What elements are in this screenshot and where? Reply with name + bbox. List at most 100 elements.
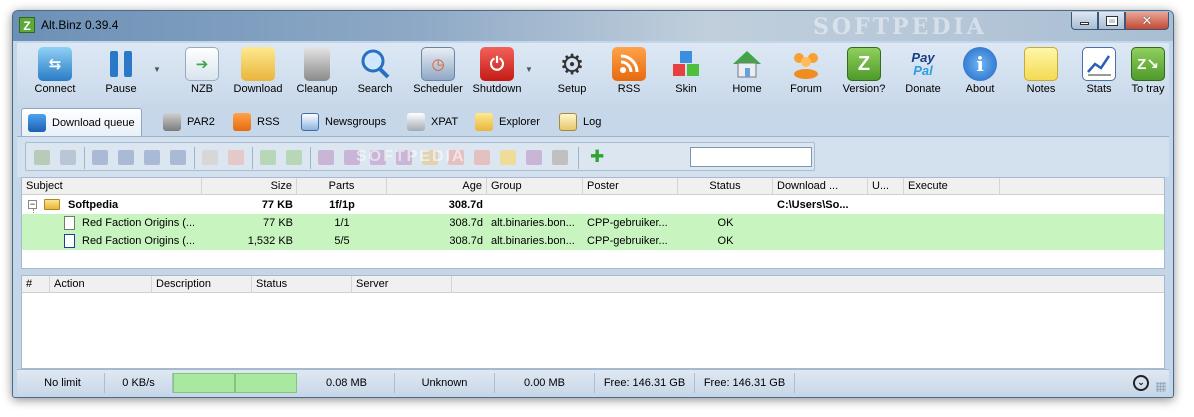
trash-icon xyxy=(304,47,330,81)
move-bottom-icon[interactable] xyxy=(170,150,186,165)
search-button[interactable]: Search xyxy=(349,45,401,103)
home-icon xyxy=(730,47,764,81)
priority-1-icon[interactable] xyxy=(318,150,334,165)
setup-button[interactable]: ⚙ Setup xyxy=(547,45,597,103)
cleanup-button[interactable]: Cleanup xyxy=(289,45,345,103)
pause-button[interactable]: Pause xyxy=(91,45,151,103)
row-subject: Red Faction Origins (... xyxy=(82,235,196,247)
stats-chart-icon xyxy=(1082,47,1116,81)
cleanup-label: Cleanup xyxy=(296,83,338,95)
connect-button[interactable]: ⇆ Connect xyxy=(27,45,83,103)
tab-bar: Download queue PAR2 RSS Newsgroups XPAT … xyxy=(17,105,1169,137)
import-icon[interactable] xyxy=(474,150,490,165)
table-row[interactable]: Red Faction Origins (... 1,532 KB 5/5 30… xyxy=(22,232,1164,250)
skin-label: Skin xyxy=(675,83,697,95)
to-tray-button[interactable]: Z↘ To tray xyxy=(1125,45,1171,103)
filter-input[interactable] xyxy=(690,147,812,167)
file-icon xyxy=(64,216,75,230)
column-poster[interactable]: Poster xyxy=(583,178,678,195)
column-u[interactable]: U... xyxy=(868,178,904,195)
column-execute[interactable]: Execute xyxy=(904,178,1000,195)
rss-label: RSS xyxy=(617,83,641,95)
tab-xpat[interactable]: XPAT xyxy=(401,108,464,136)
download-button[interactable]: Download xyxy=(229,45,287,103)
pause-dropdown-icon[interactable]: ▼ xyxy=(153,65,161,74)
rss-button[interactable]: RSS xyxy=(605,45,653,103)
notes-button[interactable]: Notes xyxy=(1017,45,1065,103)
tab-par2[interactable]: PAR2 xyxy=(157,108,221,136)
forum-label: Forum xyxy=(790,83,822,95)
group-age: 308.7d xyxy=(448,199,483,211)
tab-download-queue[interactable]: Download queue xyxy=(21,108,142,136)
to-tray-label: To tray xyxy=(1131,83,1165,95)
column-status[interactable]: Status xyxy=(678,178,773,195)
maximize-icon xyxy=(1105,15,1118,26)
minimize-icon xyxy=(1080,22,1089,25)
move-top-icon[interactable] xyxy=(92,150,108,165)
media-play-icon[interactable] xyxy=(526,150,542,165)
queue-toolbar-panel: ✚ SOFTPEDIA xyxy=(25,142,815,171)
move-up-icon[interactable] xyxy=(118,150,134,165)
tab-newsgroups[interactable]: Newsgroups xyxy=(295,108,392,136)
column-size[interactable]: Size xyxy=(202,178,297,195)
version-button[interactable]: Z Version? xyxy=(835,45,893,103)
shutdown-dropdown-icon[interactable]: ▼ xyxy=(525,65,533,74)
start-icon[interactable] xyxy=(34,150,50,165)
title-bar[interactable]: Z Alt.Binz 0.39.4 SOFTPEDIA ✕ xyxy=(13,11,1173,41)
row-age: 308.7d xyxy=(449,217,483,229)
collapse-icon[interactable] xyxy=(286,150,302,165)
tab-explorer[interactable]: Explorer xyxy=(469,108,546,136)
skin-button[interactable]: Skin xyxy=(663,45,709,103)
download-queue-grid[interactable]: Subject Size Parts Age Group Poster Stat… xyxy=(21,177,1165,269)
progress-bar-b xyxy=(235,373,297,393)
row-group: alt.binaries.bon... xyxy=(491,217,575,229)
row-group: alt.binaries.bon... xyxy=(491,235,575,247)
move-down-icon[interactable] xyxy=(144,150,160,165)
add-file-icon[interactable] xyxy=(202,150,218,165)
action-log-grid[interactable]: # Action Description Status Server xyxy=(21,275,1165,369)
search-icon xyxy=(358,47,392,81)
forum-button[interactable]: Forum xyxy=(781,45,831,103)
column-status[interactable]: Status xyxy=(252,276,352,293)
stats-button[interactable]: Stats xyxy=(1075,45,1123,103)
maximize-button[interactable] xyxy=(1098,12,1125,30)
newsgroups-icon xyxy=(301,113,319,131)
separator xyxy=(84,147,85,169)
tray-icon: Z↘ xyxy=(1131,47,1165,81)
speed-limit[interactable]: No limit xyxy=(21,373,105,393)
chevron-down-icon[interactable]: ⌄ xyxy=(1133,375,1149,391)
pause-item-icon[interactable] xyxy=(60,150,76,165)
column-subject[interactable]: Subject xyxy=(22,178,202,195)
add-green-icon[interactable]: ✚ xyxy=(590,148,606,165)
collapse-toggle[interactable]: − xyxy=(28,200,37,209)
csv-icon[interactable] xyxy=(552,150,568,165)
column-download[interactable]: Download ... xyxy=(773,178,868,195)
app-logo-icon[interactable]: Z xyxy=(19,17,35,33)
column-action[interactable]: Action xyxy=(50,276,152,293)
about-button[interactable]: i About xyxy=(955,45,1005,103)
scheduler-button[interactable]: ◷ Scheduler xyxy=(409,45,467,103)
column-server[interactable]: Server xyxy=(352,276,452,293)
tab-rss[interactable]: RSS xyxy=(227,108,286,136)
close-button[interactable]: ✕ xyxy=(1125,12,1169,30)
row-poster: CPP-gebruiker... xyxy=(587,217,668,229)
shutdown-button[interactable]: ⏻ Shutdown xyxy=(469,45,525,103)
remove-file-icon[interactable] xyxy=(228,150,244,165)
column-number[interactable]: # xyxy=(22,276,50,293)
row-status: OK xyxy=(717,217,734,229)
expand-icon[interactable] xyxy=(260,150,276,165)
nzb-button[interactable]: ➔ NZB xyxy=(177,45,227,103)
minimize-button[interactable] xyxy=(1071,12,1098,30)
donate-button[interactable]: Pay Pal Donate xyxy=(895,45,951,103)
queue-toolbar: ✚ SOFTPEDIA xyxy=(17,137,1169,177)
home-button[interactable]: Home xyxy=(723,45,771,103)
column-parts[interactable]: Parts xyxy=(297,178,387,195)
open-folder-icon[interactable] xyxy=(500,150,516,165)
table-row[interactable]: Red Faction Origins (... 77 KB 1/1 308.7… xyxy=(22,214,1164,232)
column-group[interactable]: Group xyxy=(487,178,583,195)
tab-log[interactable]: Log xyxy=(553,108,607,136)
resize-grip-icon[interactable] xyxy=(1156,382,1166,392)
column-age[interactable]: Age xyxy=(387,178,487,195)
queue-group-row[interactable]: − Softpedia 77 KB 1f/1p 308.7d C:\Users\… xyxy=(22,196,1164,214)
column-description[interactable]: Description xyxy=(152,276,252,293)
